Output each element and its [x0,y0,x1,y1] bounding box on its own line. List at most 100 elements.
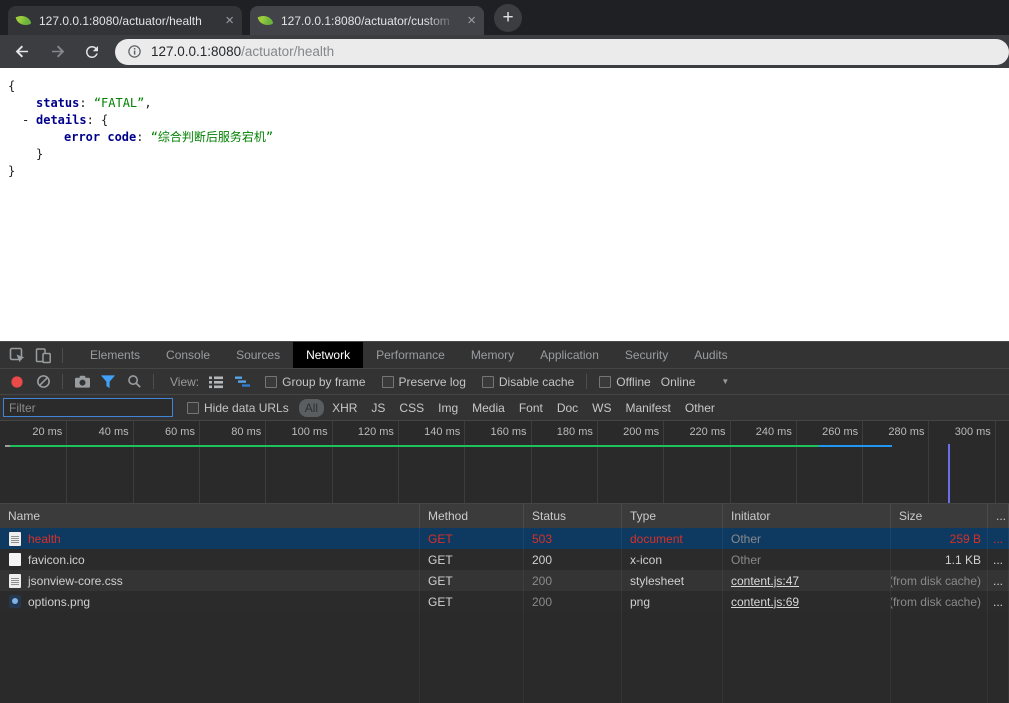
search-icon[interactable] [121,370,147,394]
request-name: favicon.ico [0,549,420,570]
devtools-tab-application[interactable]: Application [527,342,612,368]
column-header-status[interactable]: Status [524,504,622,528]
new-tab-button[interactable]: + [494,4,522,32]
json-line: -details: { [0,112,1009,129]
column-header-initiator[interactable]: Initiator [723,504,891,528]
column-header-method[interactable]: Method [420,504,524,528]
json-line: } [0,163,1009,180]
timeline-gridline [464,421,465,503]
table-row-jsonview-core.css[interactable]: jsonview-core.cssGET200stylesheetcontent… [0,570,1009,591]
filter-pill-xhr[interactable]: XHR [326,399,363,417]
group-by-frame-checkbox[interactable] [265,376,277,388]
preserve-log-label: Preserve log [399,375,466,389]
table-row-favicon.ico[interactable]: favicon.icoGET200x-iconOther1.1 KB... [0,549,1009,570]
tab-title: 127.0.0.1:8080/actuator/health [39,14,219,28]
collapse-marker[interactable]: - [22,112,29,129]
offline-checkbox[interactable] [599,376,611,388]
column-header-type[interactable]: Type [622,504,723,528]
request-waterfall: ... [988,528,1009,549]
column-header-size[interactable]: Size [891,504,988,528]
json-line: } [0,146,1009,163]
devtools-tab-memory[interactable]: Memory [458,342,527,368]
network-filter-bar: Hide data URLs AllXHRJSCSSImgMediaFontDo… [0,395,1009,421]
throttling-select[interactable]: Online [661,375,696,389]
column-header-name[interactable]: Name [0,504,420,528]
address-bar[interactable]: 127.0.0.1:8080/actuator/health [115,39,1009,65]
tab-close-icon[interactable]: × [467,13,476,28]
divider [153,374,154,389]
devtools-tab-console[interactable]: Console [153,342,223,368]
request-size: 259 B [891,528,988,549]
table-row-options.png[interactable]: options.pngGET200pngcontent.js:69(from d… [0,591,1009,612]
filter-pill-font[interactable]: Font [513,399,549,417]
url-host: 127.0.0.1:8080 [151,44,241,59]
info-icon[interactable] [127,44,142,59]
timeline-gridline [133,421,134,503]
timeline-gridline [730,421,731,503]
filter-pill-media[interactable]: Media [466,399,511,417]
request-method: GET [420,528,524,549]
devtools-tab-sources[interactable]: Sources [223,342,293,368]
inspect-element-icon[interactable] [4,343,30,367]
devtools-tab-network[interactable]: Network [293,342,363,368]
request-name: health [0,528,420,549]
devtools-tabs: ElementsConsoleSourcesNetworkPerformance… [77,342,741,368]
request-initiator[interactable]: content.js:47 [723,570,891,591]
reload-icon[interactable] [80,40,104,64]
network-toolbar: View: Group by frame Preserve log Disabl… [0,369,1009,395]
json-token: status [36,96,79,110]
timeline-tick-label: 280 ms [866,426,924,438]
back-icon[interactable] [10,40,34,64]
page-content: {status: “FATAL”,-details: {error code: … [0,68,1009,341]
filter-pill-other[interactable]: Other [679,399,721,417]
clear-icon[interactable] [30,370,56,394]
empty-column [988,612,1009,703]
browser-tab-health[interactable]: 127.0.0.1:8080/actuator/health × [8,6,242,35]
network-table-empty-area [0,612,1009,703]
devtools-tab-elements[interactable]: Elements [77,342,153,368]
chevron-down-icon[interactable]: ▼ [721,377,729,386]
filter-pill-css[interactable]: CSS [393,399,430,417]
filter-pill-all[interactable]: All [299,399,324,417]
forward-icon[interactable] [45,40,69,64]
filter-pill-js[interactable]: JS [365,399,391,417]
filter-pill-manifest[interactable]: Manifest [620,399,677,417]
disable-cache-checkbox[interactable] [482,376,494,388]
request-type: document [622,528,723,549]
table-row-health[interactable]: healthGET503documentOther259 B... [0,528,1009,549]
request-status: 503 [524,528,622,549]
devtools-tab-performance[interactable]: Performance [363,342,458,368]
request-waterfall: ... [988,591,1009,612]
filter-input[interactable] [3,398,173,417]
devtools-tab-audits[interactable]: Audits [681,342,740,368]
filter-pill-doc[interactable]: Doc [551,399,584,417]
request-type: png [622,591,723,612]
empty-column [723,612,891,703]
timeline-tick-label: 240 ms [734,426,792,438]
json-token: : { [87,113,109,127]
tab-close-icon[interactable]: × [225,13,234,28]
list-view-icon[interactable] [203,370,229,394]
record-icon[interactable] [4,370,30,394]
timeline-tick-label: 220 ms [668,426,726,438]
group-by-frame-label: Group by frame [282,375,365,389]
timeline-tick-label: 40 ms [71,426,129,438]
screenshot-icon[interactable] [69,370,95,394]
request-initiator[interactable]: content.js:69 [723,591,891,612]
network-overview-timeline[interactable]: 20 ms40 ms60 ms80 ms100 ms120 ms140 ms16… [0,421,1009,504]
json-token: { [8,79,15,93]
devtools-tab-security[interactable]: Security [612,342,681,368]
column-header-[interactable]: ... [988,504,1009,528]
filter-funnel-icon[interactable] [95,370,121,394]
timeline-tick-label: 100 ms [270,426,328,438]
hide-data-urls-checkbox[interactable] [187,402,199,414]
filter-pill-img[interactable]: Img [432,399,464,417]
preserve-log-checkbox[interactable] [382,376,394,388]
load-event-line [948,444,950,503]
browser-tab-custom[interactable]: 127.0.0.1:8080/actuator/custom × [250,6,484,35]
empty-column [420,612,524,703]
view-label: View: [170,375,199,389]
filter-pill-ws[interactable]: WS [586,399,617,417]
waterfall-overview-icon[interactable] [229,370,255,394]
device-toolbar-icon[interactable] [30,343,56,367]
